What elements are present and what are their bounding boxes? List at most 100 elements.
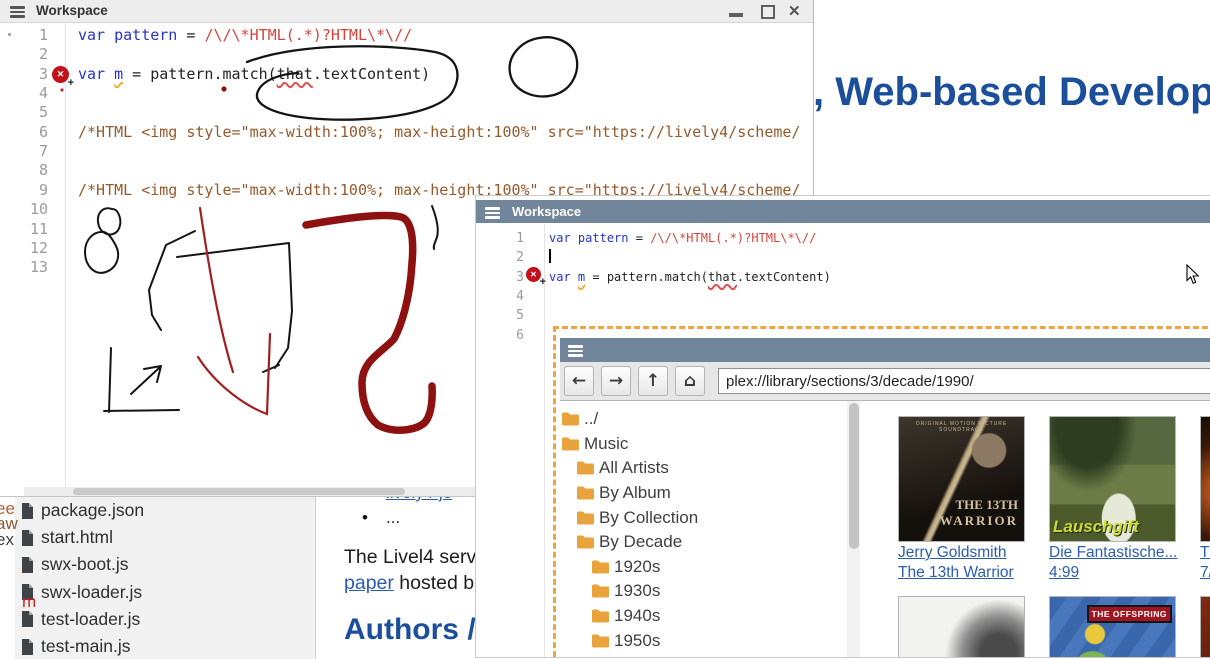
page-paragraph: The Livel4 serv paper hosted b: [344, 544, 476, 596]
album-cover[interactable]: [1200, 596, 1210, 658]
folder-label: By Collection: [599, 508, 698, 528]
line-number-3: 3: [0, 65, 48, 84]
text-cursor: [549, 249, 551, 263]
code-token: pattern: [114, 26, 177, 44]
code-token: [571, 270, 578, 284]
file-item[interactable]: package.json: [15, 497, 315, 524]
code-token: .textContent): [737, 270, 831, 284]
folder-item-1940s[interactable]: 1940s: [560, 604, 847, 629]
file-name: swx-loader.js: [41, 582, 142, 603]
file-icon: [21, 611, 34, 627]
code-line-3[interactable]: var m = pattern.match(that.textContent): [549, 268, 831, 287]
album-cell: Lauschgift Die Fantastische... 4:99: [1049, 416, 1179, 581]
folder-item-music[interactable]: Music: [560, 432, 847, 457]
album-art-text: THE 13TH: [956, 497, 1019, 513]
folder-item-1920s[interactable]: 1920s: [560, 555, 847, 580]
menu-icon[interactable]: [10, 6, 25, 20]
vertical-scrollbar[interactable]: [847, 401, 860, 658]
folder-item-1960s[interactable]: 1960s: [560, 653, 847, 658]
album-cover[interactable]: THE OFFSPRING: [1049, 596, 1176, 658]
window-title: Workspace: [512, 200, 581, 223]
forward-button[interactable]: →: [601, 366, 631, 396]
folder-item-1950s[interactable]: 1950s: [560, 628, 847, 653]
folder-icon: [577, 486, 594, 500]
folder-label: 1950s: [614, 631, 660, 651]
close-icon[interactable]: ✕: [788, 2, 801, 20]
url-input[interactable]: [718, 368, 1210, 394]
album-cover[interactable]: [1200, 416, 1210, 542]
folder-icon: [562, 437, 579, 451]
folder-icon: [592, 584, 609, 598]
code-token: [105, 26, 114, 44]
album-link[interactable]: The 13th Warrior: [898, 565, 1028, 582]
album-link[interactable]: Jerry Goldsmith: [898, 545, 1028, 562]
album-art-text: WARRIOR: [940, 513, 1018, 529]
code-token: var: [549, 231, 571, 245]
album-cell: ORIGINAL MOTION PICTURE SOUNDTRACK THE 13…: [898, 416, 1028, 581]
album-cover[interactable]: ORIGINAL MOTION PICTURE SOUNDTRACK THE 13…: [898, 416, 1025, 542]
folder-icon: [592, 634, 609, 648]
error-badge-icon[interactable]: +: [52, 66, 69, 83]
folder-item-[interactable]: ../: [560, 407, 847, 432]
album-art-text: Lauschgift: [1053, 517, 1139, 537]
menu-icon[interactable]: [485, 207, 500, 221]
screen: { "colors":{"accent_blue":"#1b4f9c","tit…: [0, 0, 1210, 656]
album-cover[interactable]: AMERICANHISTORYX: [898, 596, 1025, 658]
album-cell: AMERICANHISTORYX: [898, 596, 1028, 658]
folder-item-allartists[interactable]: All Artists: [560, 456, 847, 481]
folder-item-bycollection[interactable]: By Collection: [560, 505, 847, 530]
code-token: /\/\*HTML(.*)?HTML\*\//: [204, 26, 412, 44]
file-item[interactable]: test-loader.js: [15, 606, 315, 633]
folder-icon: [592, 560, 609, 574]
file-icon: [21, 530, 34, 546]
code-line-1[interactable]: var pattern = /\/\*HTML(.*)?HTML\*\//: [78, 26, 412, 45]
paper-link[interactable]: paper: [344, 572, 394, 594]
plus-icon: +: [68, 77, 74, 89]
file-item[interactable]: start.html: [15, 524, 315, 551]
file-panel: package.json start.html swx-boot.js swx-loa…: [15, 494, 316, 659]
scrollbar-thumb[interactable]: [73, 488, 405, 495]
folder-icon: [562, 412, 579, 426]
window-titlebar[interactable]: Workspace: [476, 200, 1210, 223]
line-number-12: 12: [0, 239, 48, 258]
scrollbar-thumb[interactable]: [849, 403, 859, 549]
menu-icon[interactable]: [568, 345, 583, 359]
album-link[interactable]: Die Fantastische...: [1049, 545, 1179, 562]
browser-titlebar[interactable]: [560, 338, 1210, 362]
window-titlebar[interactable]: Workspace ✕: [0, 0, 813, 23]
code-line-6[interactable]: /*HTML <img style="max-width:100%; max-h…: [78, 123, 800, 142]
file-item[interactable]: test-main.js: [15, 633, 315, 659]
paragraph-line1: The Livel4 serv: [344, 546, 476, 568]
album-grid: ORIGINAL MOTION PICTURE SOUNDTRACK THE 13…: [860, 401, 1210, 658]
maximize-button[interactable]: [761, 5, 775, 19]
pen-maroon-stroke: [306, 216, 432, 431]
album-link[interactable]: 7/1: [1200, 565, 1210, 582]
gutter-separator: [65, 22, 66, 487]
code-line-2[interactable]: [549, 248, 551, 267]
album-cover[interactable]: Lauschgift: [1049, 416, 1176, 542]
line-number-10: 10: [0, 200, 48, 219]
home-button[interactable]: ⌂: [675, 366, 705, 396]
code-line-1[interactable]: var pattern = /\/\*HTML(.*)?HTML\*\//: [549, 229, 816, 248]
file-item[interactable]: swx-loader.js: [15, 579, 315, 606]
minimize-button[interactable]: [729, 13, 743, 17]
folder-item-byalbum[interactable]: By Album: [560, 481, 847, 506]
edge-text-fragment: ex: [0, 530, 14, 550]
browser-content: ../MusicAll ArtistsBy AlbumBy Collection…: [560, 401, 1210, 658]
code-token: that: [277, 65, 313, 83]
up-button[interactable]: ↑: [638, 366, 668, 396]
line-number-4: 4: [0, 84, 48, 103]
album-art-text: ORIGINAL MOTION PICTURE SOUNDTRACK: [899, 421, 1024, 433]
back-button[interactable]: ←: [564, 366, 594, 396]
file-item[interactable]: swx-boot.js: [15, 551, 315, 578]
error-badge-icon[interactable]: +: [526, 267, 541, 282]
code-token: = pattern.match(: [123, 65, 277, 83]
folder-item-bydecade[interactable]: By Decade: [560, 530, 847, 555]
code-token: that: [708, 270, 737, 284]
code-line-3[interactable]: var m = pattern.match(that.textContent): [78, 65, 430, 84]
folder-item-1930s[interactable]: 1930s: [560, 579, 847, 604]
album-link[interactable]: 4:99: [1049, 565, 1179, 582]
file-name: start.html: [41, 527, 113, 548]
album-link[interactable]: Th: [1200, 545, 1210, 562]
code-token: =: [177, 26, 204, 44]
